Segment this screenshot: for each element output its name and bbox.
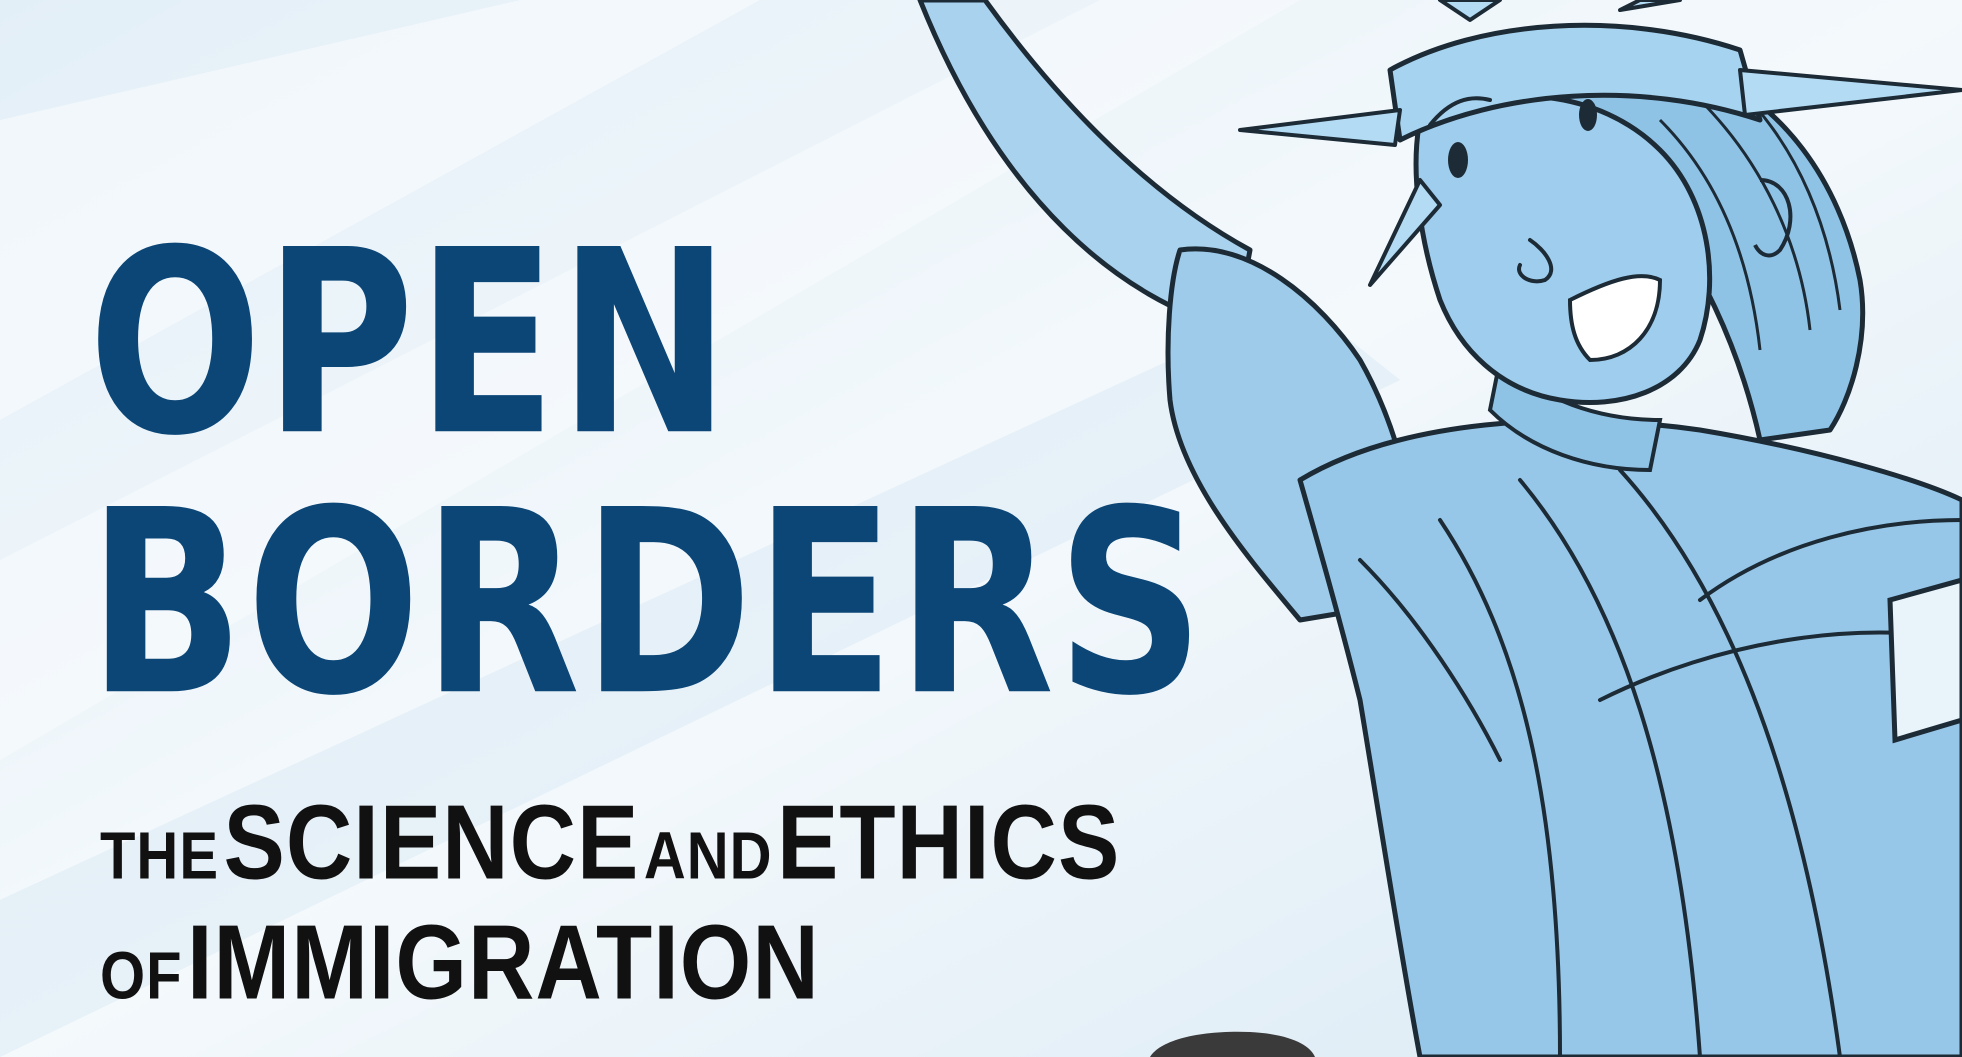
subtitle-word-ethics: ETHICS (777, 784, 1121, 902)
title-line-open: OPEN (88, 196, 733, 493)
subtitle-word-the: THE (100, 818, 219, 894)
subtitle-line-2: OF IMMIGRATION (100, 910, 820, 1016)
dark-object (1150, 1031, 1315, 1057)
subtitle-line-1: THE SCIENCE AND ETHICS (100, 790, 1120, 896)
right-eye (1579, 99, 1597, 131)
robe (1297, 418, 1962, 1057)
subtitle-word-of: OF (100, 938, 183, 1014)
subtitle-word-and: AND (643, 818, 773, 894)
left-eye (1448, 142, 1468, 178)
subtitle-word-science: SCIENCE (223, 784, 640, 902)
tablet (1887, 577, 1962, 744)
subtitle-word-immigration: IMMIGRATION (187, 904, 820, 1022)
title-line-borders: BORDERS (88, 456, 1207, 753)
